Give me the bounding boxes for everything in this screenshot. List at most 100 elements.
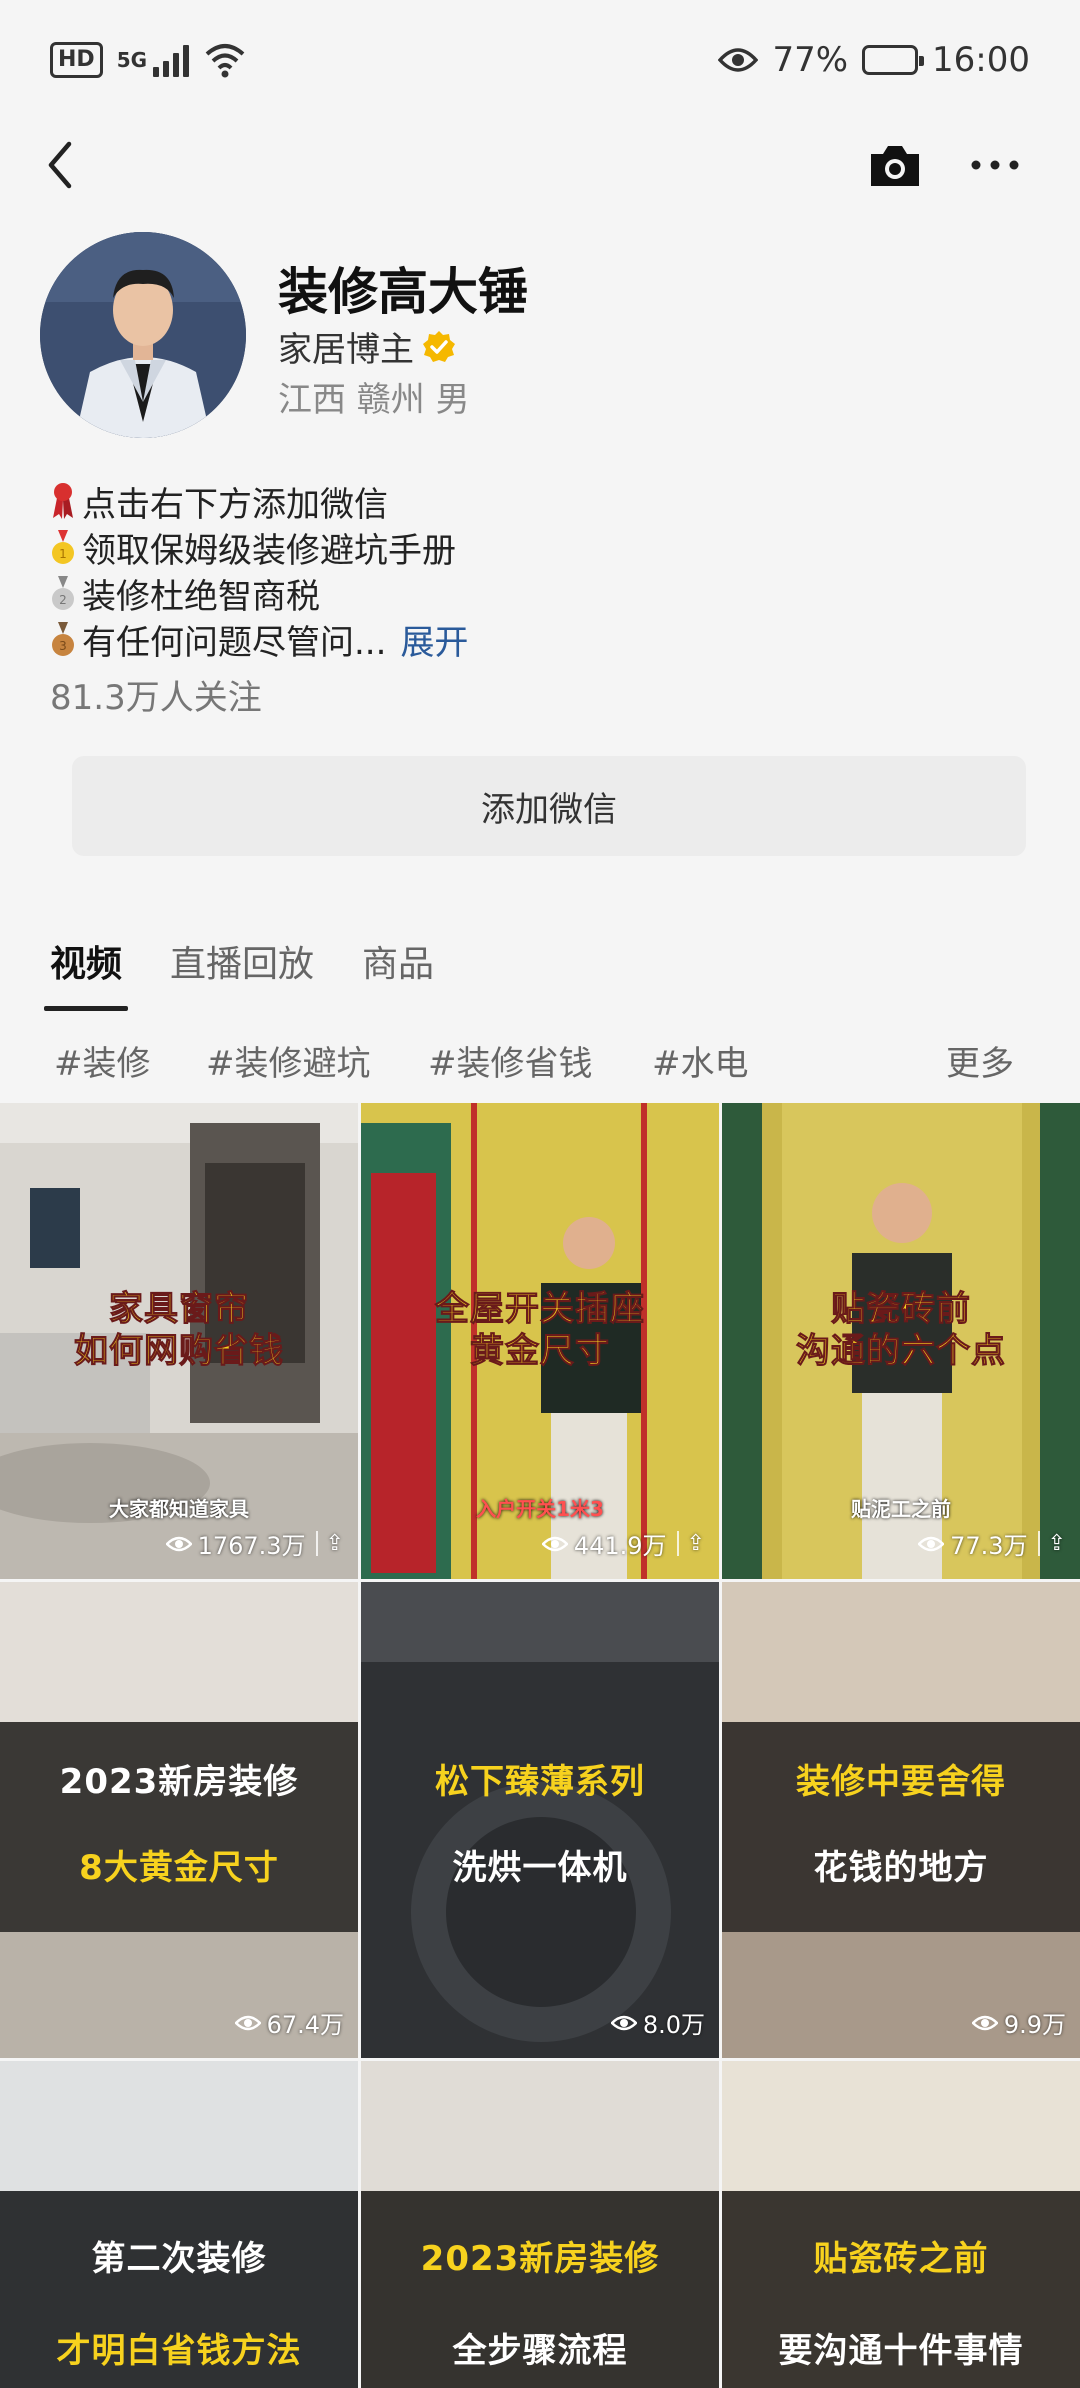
video-subtitle: 大家都知道家具 <box>109 1497 249 1521</box>
view-eye-icon <box>541 1536 568 1551</box>
svg-text:2: 2 <box>59 593 67 607</box>
video-subtitle: 贴泥工之前 <box>851 1497 951 1521</box>
camera-icon <box>871 146 919 186</box>
video-title-line2: 花钱的地方 <box>813 1848 989 1888</box>
video-thumbnail <box>722 1582 1080 2058</box>
view-eye-icon <box>918 1536 945 1551</box>
eye-comfort-icon <box>718 48 759 72</box>
view-eye-icon <box>165 1536 192 1551</box>
bio-text: 点击右下方添加微信 <box>82 484 388 525</box>
profile-location: 江西 赣州 男 <box>278 380 470 420</box>
tag-chip[interactable]: #装修省钱 <box>428 1036 593 1085</box>
view-count-text: 441.9万 <box>573 1532 667 1560</box>
video-card[interactable]: 贴瓷砖前 沟通的六个点 贴泥工之前 77.3万 ⇪ <box>722 1103 1080 1579</box>
more-options-button[interactable] <box>960 135 1030 195</box>
pin-top-icon: ⇪ <box>676 1531 705 1556</box>
video-card[interactable]: 松下臻薄系列 洗烘一体机 8.0万 <box>361 1582 719 2058</box>
pin-top-icon: ⇪ <box>1037 1531 1066 1556</box>
view-count: 77.3万 ⇪ <box>918 1526 1066 1561</box>
view-count-text: 77.3万 <box>950 1532 1028 1560</box>
video-title-line1: 贴瓷砖之前 <box>813 2239 989 2279</box>
view-eye-icon <box>971 2015 998 2030</box>
view-count-text: 67.4万 <box>266 2011 344 2039</box>
network-type: 5G <box>116 48 148 72</box>
expand-bio-link[interactable]: 展开 <box>400 615 468 664</box>
video-thumbnail <box>361 1582 719 2058</box>
avatar[interactable] <box>40 232 246 438</box>
profile-name: 装修高大锤 <box>278 263 528 321</box>
back-button[interactable] <box>30 135 90 195</box>
tag-chip[interactable]: #装修避坑 <box>206 1036 371 1085</box>
video-title-line1: 第二次装修 <box>91 2239 267 2279</box>
video-title-line1: 2023新房装修 <box>59 1762 299 1802</box>
tab-videos[interactable]: 视频 <box>43 935 129 1011</box>
follower-count: 81.3万人关注 <box>50 678 262 718</box>
red-ribbon-icon <box>53 483 73 519</box>
tag-filter-bar: #装修 #装修避坑 #装修省钱 #水电 更多 <box>0 1028 1080 1088</box>
video-title-line2: 8大黄金尺寸 <box>79 1848 279 1888</box>
more-tags-link[interactable]: 更多 <box>946 1036 1014 1085</box>
bio-text: 有任何问题尽管问... <box>82 622 387 663</box>
bronze-medal-icon: 3 <box>52 622 74 656</box>
video-title-line1: 松下臻薄系列 <box>435 1762 645 1802</box>
hd-badge: HD <box>50 42 103 78</box>
tab-products[interactable]: 商品 <box>362 935 434 1011</box>
view-count: 441.9万 ⇪ <box>541 1526 705 1561</box>
back-arrow-icon <box>48 141 72 189</box>
battery-percent: 77% <box>772 40 849 80</box>
tag-chip[interactable]: #装修 <box>54 1036 151 1085</box>
video-card[interactable]: 第二次装修 才明白省钱方法 <box>0 2061 358 2388</box>
verified-badge-icon <box>423 330 455 362</box>
video-title-line2: 洗烘一体机 <box>452 1848 628 1888</box>
wifi-icon <box>205 44 245 78</box>
view-count: 8.0万 <box>610 2005 705 2040</box>
camera-button[interactable] <box>860 135 930 195</box>
video-title-line2: 才明白省钱方法 <box>56 2331 302 2371</box>
content-tabs: 视频 直播回放 商品 <box>43 935 434 1011</box>
gold-medal-icon: 1 <box>52 530 74 564</box>
view-count: 1767.3万 ⇪ <box>165 1526 344 1561</box>
battery-icon <box>862 45 925 75</box>
view-count: 67.4万 <box>234 2005 344 2040</box>
video-title-line2: 如何网购省钱 <box>74 1331 284 1372</box>
video-thumbnail <box>0 1582 358 2058</box>
pin-top-icon: ⇪ <box>315 1531 344 1556</box>
status-bar: HD 5G 77% 16:00 <box>0 0 1080 120</box>
view-count-text: 9.9万 <box>1003 2011 1066 2039</box>
profile-role-label: 家居博主 <box>278 330 414 370</box>
profile-role: 家居博主 <box>278 322 456 371</box>
tag-chip[interactable]: #水电 <box>652 1036 749 1085</box>
bio-text: 领取保姆级装修避坑手册 <box>82 530 456 571</box>
view-count-text: 8.0万 <box>642 2011 705 2039</box>
bio-line: 2 装修杜绝智商税 <box>50 570 1030 617</box>
video-grid: 家具窗帘 如何网购省钱 大家都知道家具 1767.3万 ⇪ 全屋开关插座 黄金尺… <box>0 1103 1080 2388</box>
signal-icon <box>153 43 190 77</box>
video-subtitle: 入户开关1米3 <box>476 1497 604 1521</box>
video-title-line1: 2023新房装修 <box>420 2239 660 2279</box>
video-card[interactable]: 贴瓷砖之前 要沟通十件事情 <box>722 2061 1080 2388</box>
video-title-line2: 黄金尺寸 <box>470 1331 610 1372</box>
bio-line: 3 有任何问题尽管问... 展开 <box>50 615 1030 664</box>
video-card[interactable]: 全屋开关插座 黄金尺寸 入户开关1米3 441.9万 ⇪ <box>361 1103 719 1579</box>
video-card[interactable]: 装修中要舍得 花钱的地方 9.9万 <box>722 1582 1080 2058</box>
view-eye-icon <box>610 2015 637 2030</box>
video-title-line1: 装修中要舍得 <box>796 1762 1006 1802</box>
video-title-line2: 沟通的六个点 <box>796 1331 1006 1372</box>
silver-medal-icon: 2 <box>52 576 74 610</box>
view-count-text: 1767.3万 <box>197 1532 306 1560</box>
bio: 点击右下方添加微信 1 领取保姆级装修避坑手册 2 装修杜绝智商税 3 有任何问… <box>50 478 1030 664</box>
nav-bar <box>0 115 1080 215</box>
svg-text:3: 3 <box>59 639 67 653</box>
tab-live-replay[interactable]: 直播回放 <box>170 935 314 1011</box>
video-card[interactable]: 2023新房装修 8大黄金尺寸 67.4万 <box>0 1582 358 2058</box>
bio-text: 装修杜绝智商税 <box>82 576 320 617</box>
more-dots-icon <box>971 160 1019 170</box>
video-card[interactable]: 家具窗帘 如何网购省钱 大家都知道家具 1767.3万 ⇪ <box>0 1103 358 1579</box>
view-count: 9.9万 <box>971 2005 1066 2040</box>
svg-text:1: 1 <box>59 547 67 561</box>
view-eye-icon <box>234 2015 261 2030</box>
video-title-line2: 全步骤流程 <box>452 2331 628 2371</box>
video-card[interactable]: 2023新房装修 全步骤流程 <box>361 2061 719 2388</box>
add-wechat-button[interactable]: 添加微信 <box>72 756 1026 856</box>
bio-line: 点击右下方添加微信 <box>50 478 1030 525</box>
